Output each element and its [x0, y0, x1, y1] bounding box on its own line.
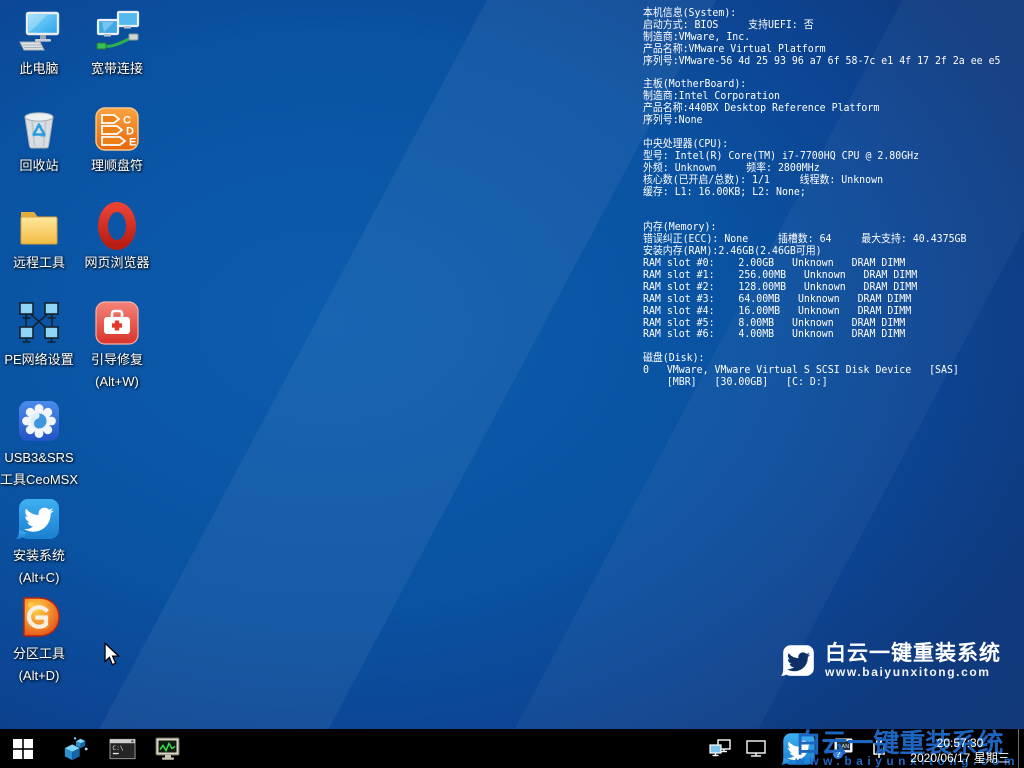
desktop-icon-this-pc[interactable]: 此电脑 — [0, 8, 78, 78]
icon-label-line2: (Alt+D) — [19, 666, 60, 685]
system-info-panel: 本机信息(System):启动方式: BIOS 支持UEFI: 否制造商:VMw… — [643, 7, 1001, 388]
icon-label: 理顺盘符 — [91, 156, 143, 175]
dual-monitor-icon — [709, 739, 731, 759]
taskbar: C:\ — [0, 729, 1024, 768]
boot-repair-icon — [93, 299, 141, 347]
desktop-icon-web-browser[interactable]: 网页浏览器 — [78, 202, 156, 272]
mouse-cursor — [102, 642, 122, 666]
sysinfo-line — [643, 197, 1001, 209]
desktop-icon-drive-letters[interactable]: C D E 理顺盘符 — [78, 105, 156, 175]
bird-bubble-icon — [780, 731, 818, 767]
desktop-icon-remote-tools[interactable]: 远程工具 — [0, 202, 78, 272]
sysinfo-line: RAM slot #4: 16.00MB Unknown DRAM DIMM — [643, 305, 1001, 317]
pe-assistant-bird-button[interactable] — [774, 729, 824, 768]
sysinfo-line: [MBR] [30.00GB] [C: D:] — [643, 376, 1001, 388]
usb-plug-icon — [869, 738, 889, 760]
broadband-connection-icon — [93, 8, 141, 56]
icon-label: PE网络设置 — [4, 350, 73, 369]
desktop-icon-broadband[interactable]: 宽带连接 — [78, 8, 156, 78]
watermark-title: 白云一键重装系统 — [825, 642, 1001, 665]
icon-label: 引导修复 — [91, 350, 143, 369]
sysinfo-line: 缓存: L1: 16.00KB; L2: None; — [643, 186, 1001, 198]
desktop-icon-recycle-bin[interactable]: 回收站 — [0, 105, 78, 175]
tray-lan-status-icon[interactable]: LAN ? — [831, 737, 855, 761]
icon-label-line2: (Alt+W) — [95, 372, 139, 391]
clock-date: 2020/06/17 星期三 — [906, 751, 1014, 766]
command-prompt-icon: C:\ — [109, 737, 136, 761]
monitor-network-icon — [745, 739, 767, 759]
sysinfo-line: 产品名称:VMware Virtual Platform — [643, 43, 1001, 55]
svg-text:C:\: C:\ — [112, 744, 124, 751]
drive-letters-icon: C D E — [93, 105, 141, 153]
icon-label: 分区工具 — [13, 644, 65, 663]
sysinfo-line: 型号: Intel(R) Core(TM) i7-7700HQ CPU @ 2.… — [643, 150, 1001, 162]
tray-display-icon[interactable] — [709, 739, 731, 759]
watermark-url: www.baiyunxitong.com — [825, 665, 1001, 679]
network-settings-icon — [15, 299, 63, 347]
sysinfo-line: RAM slot #2: 128.00MB Unknown DRAM DIMM — [643, 281, 1001, 293]
start-button[interactable] — [0, 729, 46, 768]
desktop-icon-boot-repair[interactable]: 引导修复 (Alt+W) — [78, 299, 156, 391]
icon-label-line2: (Alt+C) — [19, 568, 60, 587]
sysinfo-line: 序列号:None — [643, 114, 1001, 126]
opera-browser-icon — [93, 202, 141, 250]
desktop: 本机信息(System):启动方式: BIOS 支持UEFI: 否制造商:VMw… — [0, 0, 1024, 768]
clock-time: 20:57:30 — [906, 735, 1014, 751]
svg-text:E: E — [129, 137, 136, 149]
icon-label: 网页浏览器 — [84, 253, 149, 272]
sysinfo-line: 核心数(已开启/总数): 1/1 线程数: Unknown — [643, 174, 1001, 186]
icon-label: USB3&SRS — [4, 448, 73, 467]
tray-usb-icon[interactable] — [869, 738, 889, 760]
svg-text:?: ? — [836, 749, 841, 758]
sysinfo-line: 序列号:VMware-56 4d 25 93 96 a7 6f 58-7c e1… — [643, 55, 1001, 67]
tray-network-icon[interactable] — [745, 739, 767, 759]
sysinfo-line: RAM slot #1: 256.00MB Unknown DRAM DIMM — [643, 269, 1001, 281]
icon-label: 安装系统 — [13, 546, 65, 565]
sysinfo-line: RAM slot #3: 64.00MB Unknown DRAM DIMM — [643, 293, 1001, 305]
icon-label-line2: 工具CeoMSX — [0, 470, 78, 489]
desktop-icon-partition-tool[interactable]: 分区工具 (Alt+D) — [0, 593, 78, 685]
usb3-srs-tool-icon — [15, 397, 63, 445]
sysinfo-line: RAM slot #6: 4.00MB Unknown DRAM DIMM — [643, 328, 1001, 340]
sysinfo-line: 制造商:VMware, Inc. — [643, 31, 1001, 43]
taskbar-registry-tool-button[interactable] — [53, 729, 99, 768]
icon-label: 宽带连接 — [91, 59, 143, 78]
watermark-bird-icon — [781, 643, 816, 678]
icon-label: 此电脑 — [19, 59, 58, 78]
taskbar-clock[interactable]: 20:57:30 2020/06/17 星期三 — [906, 735, 1014, 766]
show-desktop-button[interactable] — [1018, 729, 1024, 768]
diskgenius-icon — [15, 593, 63, 641]
blue-cubes-icon — [63, 736, 89, 762]
install-system-bird-icon — [15, 495, 63, 543]
recycle-bin-icon — [15, 105, 63, 153]
taskbar-task-manager-button[interactable] — [145, 729, 191, 768]
sysinfo-line: 外频: Unknown 频率: 2800MHz — [643, 162, 1001, 174]
task-manager-icon — [154, 736, 182, 762]
folder-icon — [15, 202, 63, 250]
desktop-icon-install-system[interactable]: 安装系统 (Alt+C) — [0, 495, 78, 587]
taskbar-cmd-button[interactable]: C:\ — [99, 729, 145, 768]
desktop-icon-pe-network[interactable]: PE网络设置 — [0, 299, 78, 369]
desktop-icon-usb3-srs[interactable]: USB3&SRS 工具CeoMSX — [0, 397, 78, 489]
desktop-watermark: 白云一键重装系统 www.baiyunxitong.com — [781, 642, 1001, 679]
lan-question-icon: LAN ? — [831, 737, 855, 761]
windows-logo-icon — [13, 739, 33, 759]
icon-label: 远程工具 — [13, 253, 65, 272]
this-pc-icon — [15, 8, 63, 56]
icon-label: 回收站 — [19, 156, 58, 175]
